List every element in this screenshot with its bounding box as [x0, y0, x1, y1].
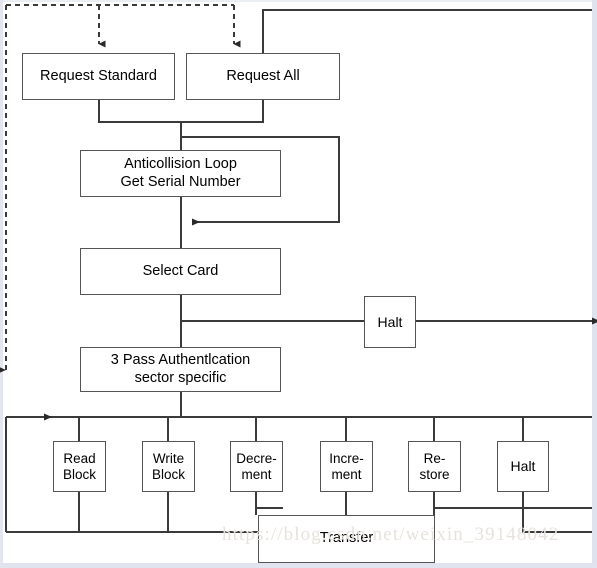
node-select-card[interactable]: Select Card — [80, 248, 281, 295]
node-anticollision-loop-label: Anticollision Loop Get Serial Number — [120, 156, 241, 190]
node-transfer-label: Transfer — [319, 530, 374, 547]
node-read-block-label: Read Block — [62, 450, 96, 482]
node-transfer[interactable]: Transfer — [258, 515, 435, 563]
node-write-block-label: Write Block — [151, 450, 185, 482]
node-3-pass-authentication-label: 3 Pass Authentlcation sector specific — [110, 352, 251, 386]
edge-request-all-down — [181, 100, 264, 123]
node-restore[interactable]: Re- store — [408, 441, 461, 492]
node-decrement[interactable]: Decre- ment — [230, 441, 283, 492]
node-select-card-label: Select Card — [142, 262, 219, 279]
node-halt-lower[interactable]: Halt — [497, 441, 549, 492]
node-decrement-label: Decre- ment — [236, 450, 277, 482]
node-halt-upper-label: Halt — [377, 313, 403, 330]
edge-request-all-top-return — [262, 9, 592, 53]
node-anticollision-loop[interactable]: Anticollision Loop Get Serial Number — [80, 150, 281, 197]
node-request-all[interactable]: Request All — [186, 53, 340, 100]
node-restore-label: Re- store — [419, 450, 450, 482]
node-write-block[interactable]: Write Block — [142, 441, 195, 492]
node-request-standard-label: Request Standard — [40, 67, 157, 84]
node-3-pass-authentication[interactable]: 3 Pass Authentlcation sector specific — [80, 347, 281, 392]
node-increment[interactable]: Incre- ment — [320, 441, 373, 492]
node-request-standard[interactable]: Request Standard — [22, 53, 175, 100]
node-halt-lower-label: Halt — [510, 458, 536, 475]
node-increment-label: Incre- ment — [329, 450, 364, 482]
node-read-block[interactable]: Read Block — [53, 441, 106, 492]
flowchart-canvas: Request Standard Request All Anticollisi… — [0, 0, 597, 568]
node-request-all-label: Request All — [226, 67, 300, 84]
edge-halt-lower-exit — [522, 492, 592, 533]
node-halt-upper[interactable]: Halt — [364, 296, 416, 348]
edge-request-standard-down — [98, 100, 181, 123]
